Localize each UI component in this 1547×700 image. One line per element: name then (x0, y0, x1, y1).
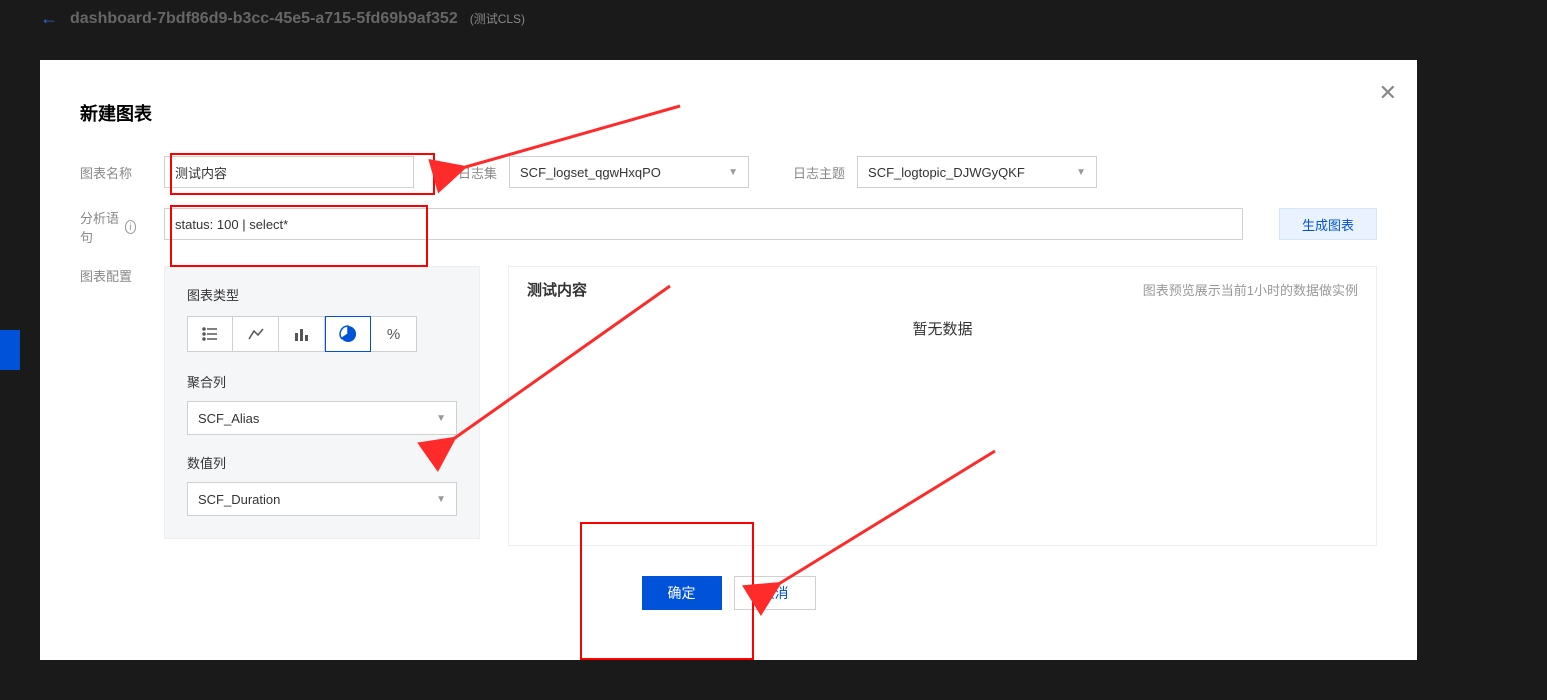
label-chart-type: 图表类型 (187, 285, 457, 304)
preview-empty-state: 暂无数据 (527, 308, 1358, 339)
label-logset: 日志集 (458, 163, 497, 182)
chart-type-percent-button[interactable]: % (371, 316, 417, 352)
bar-chart-icon (294, 327, 310, 341)
agg-column-select[interactable]: SCF_Alias ▼ (187, 401, 457, 435)
ok-button[interactable]: 确定 (642, 576, 722, 610)
chevron-down-icon: ▼ (728, 167, 738, 178)
row-chart-name: 图表名称 日志集 SCF_logset_qgwHxqPO ▼ 日志主题 SCF_… (80, 156, 1377, 188)
chart-type-pie-button[interactable] (325, 316, 371, 352)
modal-title: 新建图表 (80, 100, 1377, 126)
dashboard-subtitle: (测试CLS) (470, 10, 525, 27)
chart-type-bar-button[interactable] (279, 316, 325, 352)
preview-title: 测试内容 (527, 279, 587, 300)
query-input[interactable] (164, 208, 1243, 240)
value-column-value: SCF_Duration (198, 492, 280, 507)
page-header: ← dashboard-7bdf86d9-b3cc-45e5-a715-5fd6… (0, 0, 1547, 37)
back-arrow-icon[interactable]: ← (40, 8, 58, 29)
logset-select[interactable]: SCF_logset_qgwHxqPO ▼ (509, 156, 749, 188)
chart-name-input[interactable] (164, 156, 414, 188)
chart-type-group: % (187, 316, 457, 352)
chart-preview-panel: 测试内容 图表预览展示当前1小时的数据做实例 暂无数据 (508, 266, 1377, 546)
label-query: 分析语句 i (80, 208, 136, 246)
label-value-column: 数值列 (187, 453, 457, 472)
logset-value: SCF_logset_qgwHxqPO (520, 165, 661, 180)
logset-group: 日志集 SCF_logset_qgwHxqPO ▼ (442, 156, 749, 188)
pie-chart-icon (339, 325, 357, 343)
create-chart-modal: ✕ 新建图表 图表名称 日志集 SCF_logset_qgwHxqPO ▼ 日志… (40, 60, 1417, 660)
line-chart-icon (248, 327, 264, 341)
percent-icon: % (387, 326, 400, 343)
close-icon[interactable]: ✕ (1379, 80, 1397, 106)
value-column-select[interactable]: SCF_Duration ▼ (187, 482, 457, 516)
logtopic-group: 日志主题 SCF_logtopic_DJWGyQKF ▼ (777, 156, 1097, 188)
chart-type-list-button[interactable] (187, 316, 233, 352)
label-logtopic: 日志主题 (793, 163, 845, 182)
cancel-button[interactable]: 取消 (734, 576, 816, 610)
row-config: 图表配置 图表类型 % 聚合列 (80, 266, 1377, 546)
sidebar-active-indicator (0, 330, 20, 370)
chart-type-line-button[interactable] (233, 316, 279, 352)
logtopic-select[interactable]: SCF_logtopic_DJWGyQKF ▼ (857, 156, 1097, 188)
modal-actions: 确定 取消 (80, 576, 1377, 610)
preview-note: 图表预览展示当前1小时的数据做实例 (1143, 280, 1358, 299)
label-chart-config: 图表配置 (80, 266, 136, 285)
chevron-down-icon: ▼ (436, 413, 446, 424)
agg-column-value: SCF_Alias (198, 411, 259, 426)
label-agg-column: 聚合列 (187, 372, 457, 391)
logtopic-value: SCF_logtopic_DJWGyQKF (868, 165, 1025, 180)
generate-chart-button[interactable]: 生成图表 (1279, 208, 1377, 240)
info-icon[interactable]: i (125, 220, 136, 234)
row-query: 分析语句 i 生成图表 (80, 208, 1377, 246)
label-chart-name: 图表名称 (80, 163, 136, 182)
dashboard-id: dashboard-7bdf86d9-b3cc-45e5-a715-5fd69b… (70, 10, 458, 28)
chevron-down-icon: ▼ (436, 494, 446, 505)
list-icon (202, 327, 218, 341)
chevron-down-icon: ▼ (1076, 167, 1086, 178)
chart-config-panel: 图表类型 % 聚合列 SCF_Alias (164, 266, 480, 539)
